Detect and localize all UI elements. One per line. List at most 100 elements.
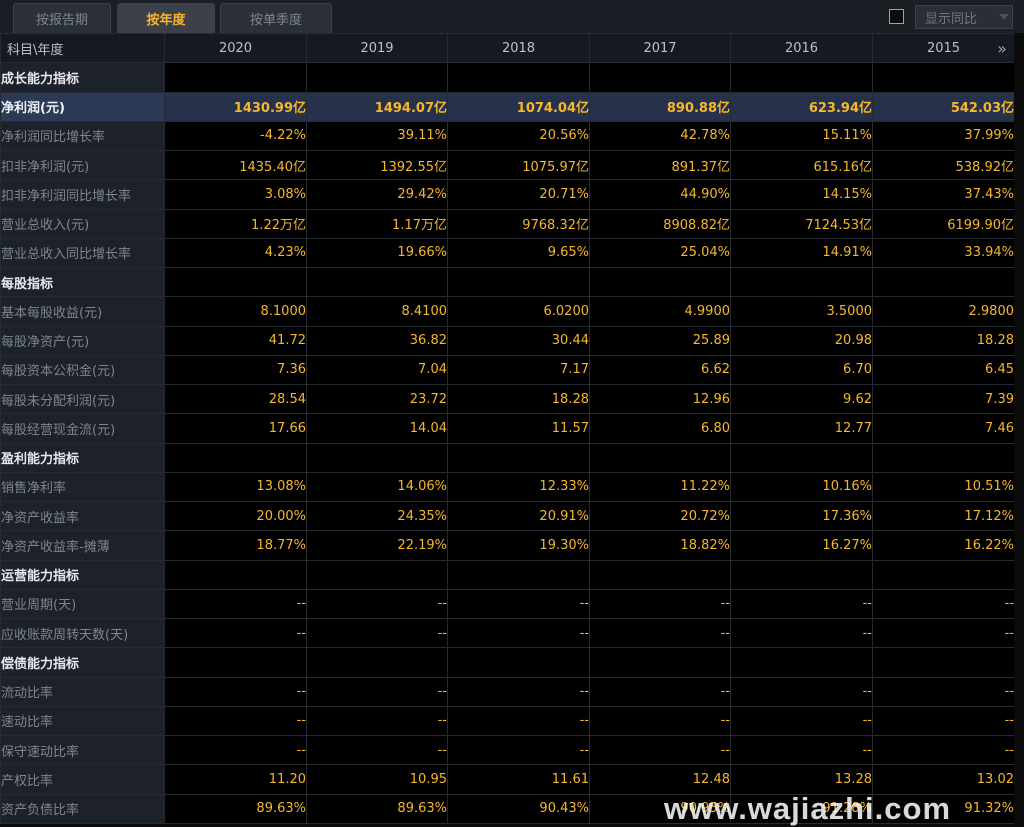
table-cell (164, 559, 307, 590)
table-cell: 10.16% (730, 471, 873, 503)
table-cell: 37.99% (872, 120, 1015, 152)
table-row: 扣非净利润同比增长率 3.08% 29.42% 20.71% 44.90% 14.15% 3… (0, 179, 1015, 210)
table-cell: -- (730, 617, 873, 649)
table-row: 保守速动比率 -- -- -- -- -- -- (0, 734, 1015, 766)
table-row: 净资产收益率 20.00% 24.35% 20.91% 20.72% 17.36% 17.1… (0, 500, 1015, 532)
table-cell: -- (306, 705, 448, 737)
header-year: 2017 (589, 32, 731, 64)
row-label: 基本每股收益(元) (0, 296, 165, 327)
table-cell: 1074.04亿 (447, 91, 590, 122)
table-cell: 14.04 (306, 413, 448, 444)
table-row: 基本每股收益(元) 8.1000 8.4100 6.0200 4.9900 3.5000 2… (0, 296, 1015, 327)
table-cell (589, 62, 731, 93)
table-cell: 4.9900 (589, 296, 731, 327)
section-row: 偿债能力指标 (0, 647, 1015, 678)
table-cell: 891.37亿 (589, 149, 731, 181)
table-cell: 18.28 (872, 325, 1015, 356)
tab-by-report-period[interactable]: 按报告期 (13, 3, 111, 33)
row-label: 应收账款周转天数(天) (0, 617, 165, 649)
table-cell: 7.04 (306, 354, 448, 386)
table-row: 扣非净利润(元) 1435.40亿 1392.55亿 1075.97亿 891.37亿 6… (0, 149, 1015, 181)
table-cell: -- (872, 705, 1015, 737)
table-cell: 1435.40亿 (164, 149, 307, 181)
row-label: 营业总收入(元) (0, 208, 165, 239)
table-row: 营业周期(天) -- -- -- -- -- -- (0, 588, 1015, 620)
table-cell: 18.28 (447, 383, 590, 415)
table-cell: 22.19% (306, 530, 448, 561)
table-cell: 9.65% (447, 237, 590, 269)
table-cell (447, 559, 590, 590)
row-label: 营业总收入同比增长率 (0, 237, 165, 269)
row-label: 资产负债比率 (0, 793, 165, 824)
table-cell: 17.36% (730, 500, 873, 532)
table-cell (306, 62, 448, 93)
table-cell: -- (447, 617, 590, 649)
table-cell (447, 442, 590, 473)
row-label: 净资产收益率 (0, 500, 165, 532)
header-year: 2019 (306, 32, 448, 64)
watermark: www.wajiazhi.com (664, 791, 952, 826)
table-cell: -- (306, 734, 448, 766)
table-cell: 15.11% (730, 120, 873, 152)
header-year: 2016 (730, 32, 873, 64)
table-cell: 28.54 (164, 383, 307, 415)
table-cell: 20.91% (447, 500, 590, 532)
table-row: 每股净资产(元) 41.72 36.82 30.44 25.89 20.98 18.28 (0, 325, 1015, 356)
table-cell (164, 647, 307, 678)
table-cell: -- (872, 676, 1015, 707)
double-chevron-right-icon[interactable]: » (994, 38, 1010, 60)
table-cell: 9768.32亿 (447, 208, 590, 239)
table-cell: -- (164, 676, 307, 707)
table-cell: 9.62 (730, 383, 873, 415)
section-title: 盈利能力指标 (0, 442, 165, 473)
table-cell: -- (589, 676, 731, 707)
table-cell: 1494.07亿 (306, 91, 448, 122)
show-yoy-dropdown[interactable]: 显示同比 (915, 5, 1013, 29)
table-cell (447, 647, 590, 678)
table-cell (589, 266, 731, 298)
table-cell: 20.56% (447, 120, 590, 152)
table-cell: 1430.99亿 (164, 91, 307, 122)
row-label: 营业周期(天) (0, 588, 165, 620)
table-cell (164, 266, 307, 298)
table-cell: 24.35% (306, 500, 448, 532)
table-cell: 16.22% (872, 530, 1015, 561)
table-cell: 6.45 (872, 354, 1015, 386)
tab-by-single-quarter[interactable]: 按单季度 (220, 3, 332, 33)
table-cell (730, 559, 873, 590)
table-cell: 37.43% (872, 179, 1015, 210)
row-label: 销售净利率 (0, 471, 165, 503)
table-cell: 11.61 (447, 764, 590, 795)
table-cell: -- (730, 676, 873, 707)
table-cell: 2.9800 (872, 296, 1015, 327)
table-cell: 12.33% (447, 471, 590, 503)
table-cell: 7124.53亿 (730, 208, 873, 239)
table-cell (872, 62, 1015, 93)
scrollbar-track[interactable] (1014, 33, 1024, 827)
table-cell (589, 442, 731, 473)
section-title: 成长能力指标 (0, 62, 165, 93)
table-cell (730, 442, 873, 473)
table-cell: 13.08% (164, 471, 307, 503)
table-cell: 89.63% (306, 793, 448, 824)
table-cell: -- (306, 617, 448, 649)
table-cell: -- (589, 734, 731, 766)
table-cell: -- (306, 588, 448, 620)
table-cell: 6.62 (589, 354, 731, 386)
table-row: 销售净利率 13.08% 14.06% 12.33% 11.22% 10.16% 10.51… (0, 471, 1015, 503)
tab-by-year[interactable]: 按年度 (117, 3, 215, 33)
table-cell: -- (872, 588, 1015, 620)
show-yoy-label: 显示同比 (925, 11, 978, 27)
show-yoy-checkbox[interactable] (889, 9, 904, 24)
section-row: 运营能力指标 (0, 559, 1015, 590)
table-cell (589, 559, 731, 590)
table-cell: 14.15% (730, 179, 873, 210)
table-cell: 23.72 (306, 383, 448, 415)
table-cell (730, 266, 873, 298)
table-cell: 25.89 (589, 325, 731, 356)
table-cell: 12.96 (589, 383, 731, 415)
row-label: 每股净资产(元) (0, 325, 165, 356)
table-cell (306, 266, 448, 298)
table-cell: 18.82% (589, 530, 731, 561)
table-cell: 890.88亿 (589, 91, 731, 122)
